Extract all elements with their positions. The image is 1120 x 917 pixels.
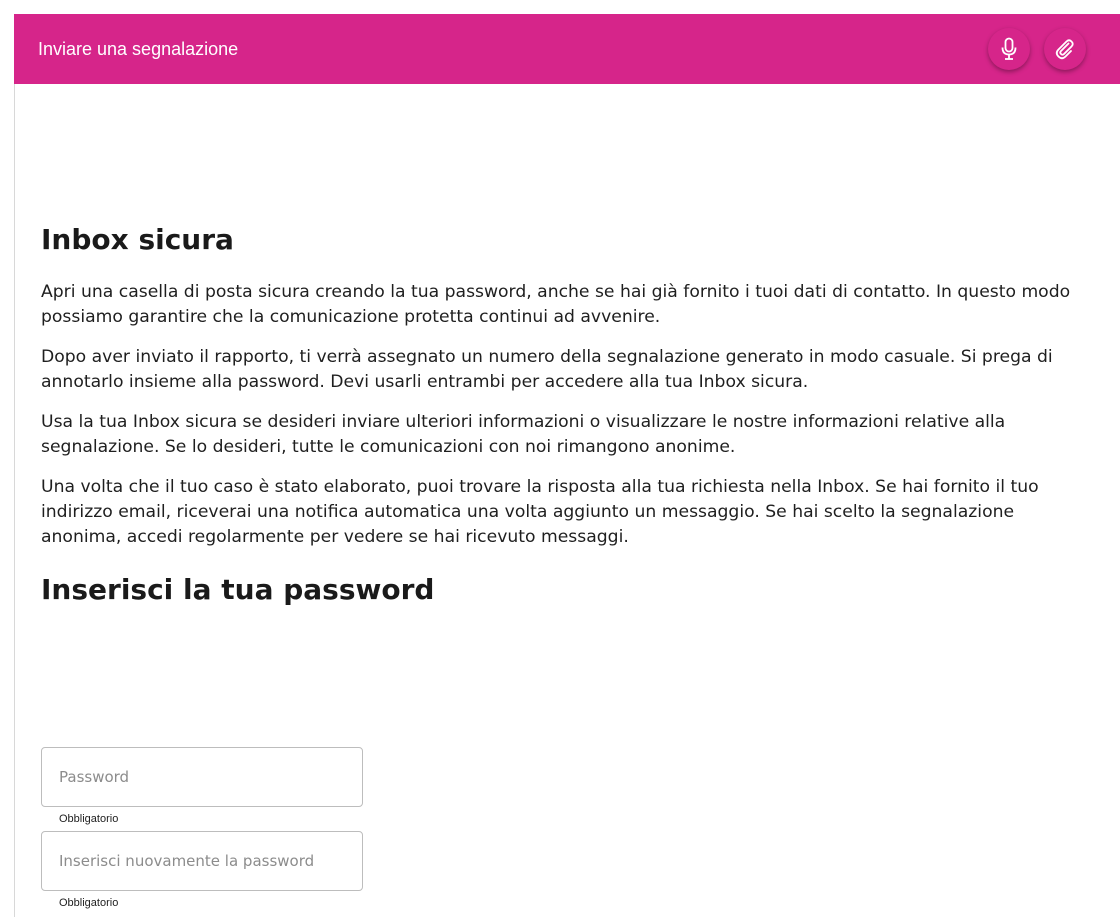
inbox-description: Apri una casella di posta sicura creando… xyxy=(41,280,1081,550)
header-title: Inviare una segnalazione xyxy=(38,38,239,59)
confirm-password-input[interactable] xyxy=(41,831,363,891)
header-actions xyxy=(988,28,1086,70)
record-audio-button[interactable] xyxy=(988,28,1030,70)
inbox-paragraph-3: Usa la tua Inbox sicura se desideri invi… xyxy=(41,412,1006,457)
password-field-group: Obbligatorio xyxy=(41,747,363,826)
password-required-hint: Obbligatorio xyxy=(59,813,119,825)
header-bar: Inviare una segnalazione xyxy=(14,14,1120,84)
paperclip-icon xyxy=(1055,39,1074,60)
inbox-paragraph-2: Dopo aver inviato il rapporto, ti verrà … xyxy=(41,347,1053,392)
password-input[interactable] xyxy=(41,747,363,807)
attach-file-button[interactable] xyxy=(1044,28,1086,70)
confirm-password-required-hint: Obbligatorio xyxy=(59,897,119,909)
confirm-password-field-group: Obbligatorio xyxy=(41,831,363,910)
main-content: Inbox sicura Apri una casella di posta s… xyxy=(41,222,1081,608)
inbox-title: Inbox sicura xyxy=(41,223,234,256)
microphone-icon xyxy=(1001,37,1017,60)
inbox-paragraph-4: Una volta che il tuo caso è stato elabor… xyxy=(41,477,1039,547)
password-title: Inserisci la tua password xyxy=(41,573,435,606)
inbox-paragraph-1: Apri una casella di posta sicura creando… xyxy=(41,282,1071,327)
